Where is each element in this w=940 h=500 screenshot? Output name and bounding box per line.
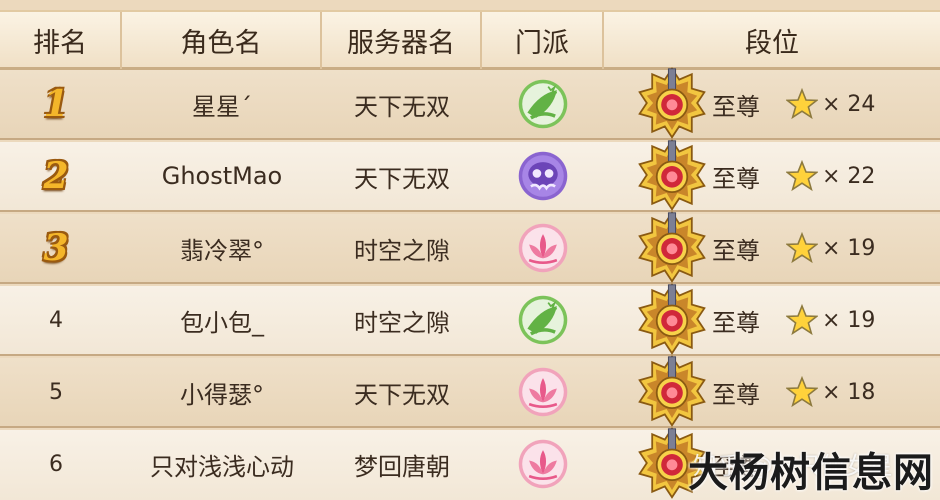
tier-label: 至尊 bbox=[712, 308, 760, 337]
rank-number: 4 bbox=[49, 307, 63, 333]
header-rank: 排名 bbox=[0, 12, 122, 69]
star-count: × 24 bbox=[822, 91, 876, 117]
sect-cell bbox=[482, 286, 604, 354]
tier-cell: 至尊 × 22 bbox=[630, 142, 940, 210]
character-name: 只对浅浅心动 bbox=[150, 452, 294, 481]
table-row[interactable]: 3 翡冷翠° 时空之隙 至尊 × 19 bbox=[0, 214, 940, 284]
supreme-tier-badge-icon bbox=[636, 67, 708, 139]
pink-lotus-sect-icon bbox=[517, 222, 569, 274]
header-name: 角色名 bbox=[122, 12, 322, 69]
tier-label: 至尊 bbox=[712, 164, 760, 193]
green-leaf-sect-icon bbox=[517, 78, 569, 130]
tier-label: 至尊 bbox=[712, 92, 760, 121]
sect-cell bbox=[482, 142, 604, 210]
tier-label: 至尊 bbox=[712, 380, 760, 409]
tier-cell: 至尊 × 19 bbox=[630, 214, 940, 282]
sect-cell bbox=[482, 430, 604, 498]
tier-cell: 至尊 × 19 bbox=[630, 286, 940, 354]
rank-cell: 3 bbox=[0, 214, 112, 282]
star-icon bbox=[786, 376, 818, 408]
table-header: 排名 角色名 服务器名 门派 段位 bbox=[0, 10, 940, 70]
tier-label: 至尊 bbox=[712, 236, 760, 265]
rank-medal-3: 3 bbox=[43, 227, 69, 269]
server-name: 梦回唐朝 bbox=[354, 452, 450, 481]
server-name: 天下无双 bbox=[354, 380, 450, 409]
supreme-tier-badge-icon bbox=[636, 139, 708, 211]
header-server: 服务器名 bbox=[322, 12, 482, 69]
server-name: 天下无双 bbox=[354, 92, 450, 121]
rank-medal-1: 1 bbox=[43, 83, 69, 125]
site-brand-watermark: 大杨树信息网 bbox=[688, 450, 934, 496]
server-name: 天下无双 bbox=[354, 164, 450, 193]
supreme-tier-badge-icon bbox=[636, 355, 708, 427]
star-icon bbox=[786, 160, 818, 192]
star-count: × 19 bbox=[822, 307, 876, 333]
rank-medal-2: 2 bbox=[43, 155, 69, 197]
green-leaf-sect-icon bbox=[517, 294, 569, 346]
tier-cell: 至尊 × 18 bbox=[630, 358, 940, 426]
server-name: 时空之隙 bbox=[354, 308, 450, 337]
supreme-tier-badge-icon bbox=[636, 211, 708, 283]
table-row[interactable]: 2 GhostMao 天下无双 至尊 × 22 bbox=[0, 142, 940, 212]
rank-number: 6 bbox=[49, 451, 63, 477]
pink-lotus-sect-icon bbox=[517, 366, 569, 418]
rank-cell: 1 bbox=[0, 70, 112, 138]
server-name: 时空之隙 bbox=[354, 236, 450, 265]
tier-cell: 至尊 × 24 bbox=[630, 70, 940, 138]
character-name: 星星´ bbox=[192, 92, 252, 121]
ranking-board: 排名 角色名 服务器名 门派 段位 1 星星´ 天下无双 至尊 × 24 2 G… bbox=[0, 0, 940, 500]
pink-lotus-sect-icon bbox=[517, 438, 569, 490]
table-row[interactable]: 4 包小包_ 时空之隙 至尊 × 19 bbox=[0, 286, 940, 356]
star-count: × 18 bbox=[822, 379, 876, 405]
header-sect: 门派 bbox=[482, 12, 604, 69]
sect-cell bbox=[482, 70, 604, 138]
star-icon bbox=[786, 232, 818, 264]
supreme-tier-badge-icon bbox=[636, 283, 708, 355]
character-name: 包小包_ bbox=[180, 308, 264, 337]
rank-number: 5 bbox=[49, 379, 63, 405]
sect-cell bbox=[482, 214, 604, 282]
character-name: 小得瑟° bbox=[180, 380, 264, 409]
purple-ghost-sect-icon bbox=[517, 150, 569, 202]
character-name: GhostMao bbox=[161, 162, 283, 190]
star-count: × 19 bbox=[822, 235, 876, 261]
character-name: 翡冷翠° bbox=[180, 236, 264, 265]
rank-cell: 2 bbox=[0, 142, 112, 210]
star-icon bbox=[786, 88, 818, 120]
sect-cell bbox=[482, 358, 604, 426]
table-row[interactable]: 5 小得瑟° 天下无双 至尊 × 18 bbox=[0, 358, 940, 428]
star-icon bbox=[786, 304, 818, 336]
star-count: × 22 bbox=[822, 163, 876, 189]
header-tier: 段位 bbox=[745, 28, 799, 59]
table-row[interactable]: 1 星星´ 天下无双 至尊 × 24 bbox=[0, 70, 940, 140]
